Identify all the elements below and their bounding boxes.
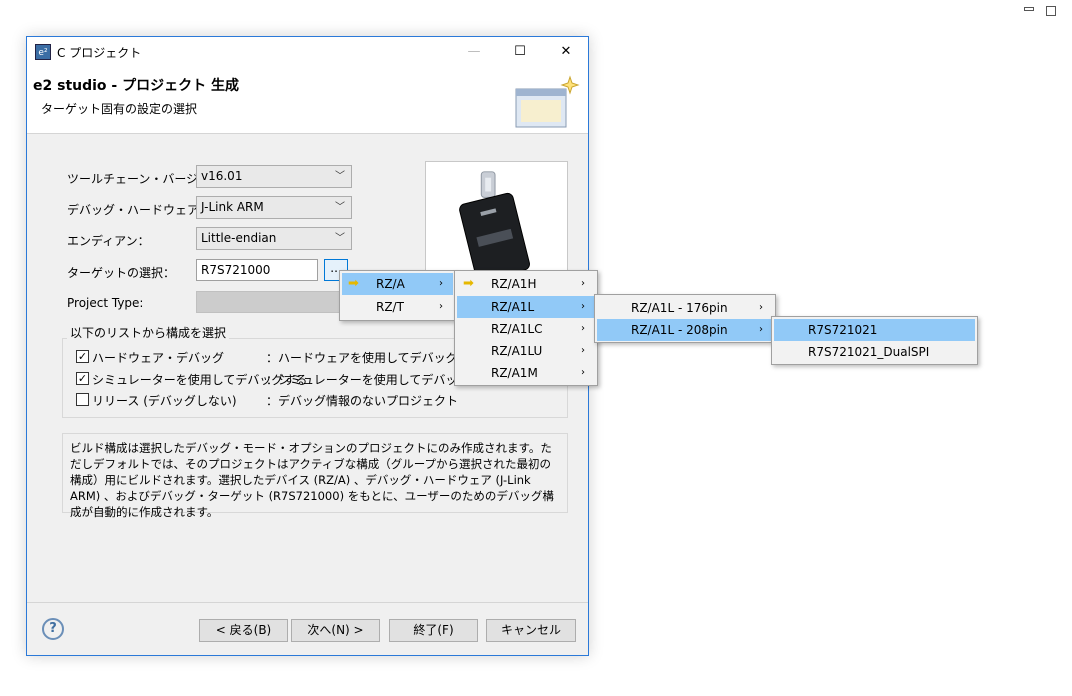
menu-item-label: RZ/A1L - 208pin xyxy=(631,323,728,337)
menu-item-208pin[interactable]: RZ/A1L - 208pin › xyxy=(597,319,773,341)
menu-item-label: RZ/A xyxy=(376,277,405,291)
chevron-right-icon: › xyxy=(439,301,443,312)
title-bar: e² C プロジェクト — ☐ ✕ xyxy=(27,37,588,67)
menu-item-rz-t[interactable]: RZ/T › xyxy=(342,296,453,318)
chevron-right-icon: › xyxy=(581,301,585,312)
chevron-right-icon: › xyxy=(581,367,585,378)
wizard-banner: e2 studio - プロジェクト 生成 ターゲット固有の設定の選択 xyxy=(27,67,588,134)
wizard-window-icon xyxy=(515,75,580,128)
menu-item-rz-a1lc[interactable]: RZ/A1LC › xyxy=(457,318,595,340)
menu-item-rz-a1l[interactable]: RZ/A1L › xyxy=(457,296,595,318)
project-type-label: Project Type: xyxy=(67,296,144,310)
chevron-right-icon: › xyxy=(581,345,585,356)
menu-item-r7s721021[interactable]: R7S721021 xyxy=(774,319,975,341)
banner-subtitle: ターゲット固有の設定の選択 xyxy=(41,102,198,116)
menu-item-rz-a[interactable]: ➡ RZ/A › xyxy=(342,273,453,295)
window-title: C プロジェクト xyxy=(57,46,142,60)
target-input[interactable]: R7S721000 xyxy=(196,259,318,281)
project-type-select xyxy=(196,291,341,313)
release-label: リリース (デバッグしない) xyxy=(92,394,237,408)
menu-item-r7s721021-dualspi[interactable]: R7S721021_DualSPI xyxy=(774,341,975,363)
menu-item-rz-a1h[interactable]: ➡ RZ/A1H › xyxy=(457,273,595,295)
chevron-down-icon: ﹀ xyxy=(335,202,345,213)
next-button[interactable]: 次へ(N) > xyxy=(291,619,380,642)
debug-hardware-label: デバッグ・ハードウェア： xyxy=(67,203,212,217)
maximize-button[interactable]: ☐ xyxy=(497,37,543,67)
chevron-right-icon: › xyxy=(759,324,763,335)
chevron-down-icon: ﹀ xyxy=(335,171,345,182)
close-button[interactable]: ✕ xyxy=(543,37,589,67)
arrow-right-icon: ➡ xyxy=(463,276,474,291)
arrow-right-icon: ➡ xyxy=(348,276,359,291)
chevron-right-icon: › xyxy=(439,278,443,289)
endian-select[interactable]: Little-endian ﹀ xyxy=(196,227,352,250)
menu-item-label: RZ/A1L - 176pin xyxy=(631,301,728,315)
menu-item-label: RZ/A1LC xyxy=(491,322,543,336)
menu-item-label: RZ/A1LU xyxy=(491,344,543,358)
menu-item-label: R7S721021 xyxy=(808,323,878,337)
config-group-legend: 以下のリストから構成を選択 xyxy=(67,324,230,341)
endian-label: エンディアン： xyxy=(67,234,150,248)
info-description: ビルド構成は選択したデバッグ・モード・オプションのプロジェクトにのみ作成されます… xyxy=(62,433,568,519)
menu-item-label: R7S721021_DualSPI xyxy=(808,345,930,359)
menu-item-label: RZ/A1L xyxy=(491,300,535,314)
footer-separator xyxy=(27,602,588,603)
menu-item-rz-a1lu[interactable]: RZ/A1LU › xyxy=(457,340,595,362)
menu-item-176pin[interactable]: RZ/A1L - 176pin › xyxy=(597,297,773,319)
e2-studio-app-icon: e² xyxy=(35,44,51,60)
release-checkbox[interactable] xyxy=(76,393,89,406)
hardware-debug-label: ハードウェア・デバッグ xyxy=(92,351,225,365)
finish-button[interactable]: 終了(F) xyxy=(389,619,478,642)
menu-item-rz-a1m[interactable]: RZ/A1M › xyxy=(457,362,595,384)
restore-desktop-icon[interactable] xyxy=(1046,6,1056,16)
target-label: ターゲットの選択： xyxy=(67,266,176,280)
menu-item-label: RZ/A1H xyxy=(491,277,537,291)
chevron-right-icon: › xyxy=(581,278,585,289)
toolchain-value: v16.01 xyxy=(201,169,243,183)
chevron-right-icon: › xyxy=(759,302,763,313)
debug-hardware-value: J-Link ARM xyxy=(201,200,264,214)
menu-item-label: RZ/T xyxy=(376,300,404,314)
release-desc: ：デバッグ情報のないプロジェクト xyxy=(266,394,459,408)
simulator-debug-checkbox[interactable]: ✓ xyxy=(76,372,89,385)
series-menu: ➡ RZ/A › RZ/T › xyxy=(339,270,456,321)
chevron-right-icon: › xyxy=(581,323,585,334)
debug-hardware-select[interactable]: J-Link ARM ﹀ xyxy=(196,196,352,219)
banner-title: e2 studio - プロジェクト 生成 xyxy=(33,78,239,94)
endian-value: Little-endian xyxy=(201,231,277,245)
back-button[interactable]: < 戻る(B) xyxy=(199,619,288,642)
chevron-down-icon: ﹀ xyxy=(335,233,345,244)
menu-item-label: RZ/A1M xyxy=(491,366,538,380)
debugger-product-image xyxy=(425,161,568,271)
hardware-debug-checkbox[interactable]: ✓ xyxy=(76,350,89,363)
hardware-debug-desc: ：ハードウェアを使用してデバッグする xyxy=(266,351,482,365)
minimize-button[interactable]: — xyxy=(451,37,497,67)
pin-menu: RZ/A1L - 176pin › RZ/A1L - 208pin › xyxy=(594,294,776,343)
device-menu: R7S721021 R7S721021_DualSPI xyxy=(771,316,978,365)
cancel-button[interactable]: キャンセル xyxy=(486,619,576,642)
group-menu: ➡ RZ/A1H › RZ/A1L › RZ/A1LC › RZ/A1LU › … xyxy=(454,270,598,386)
minimize-desktop-icon[interactable] xyxy=(1024,7,1034,11)
toolchain-version-select[interactable]: v16.01 ﹀ xyxy=(196,165,352,188)
help-icon[interactable]: ? xyxy=(42,618,64,640)
